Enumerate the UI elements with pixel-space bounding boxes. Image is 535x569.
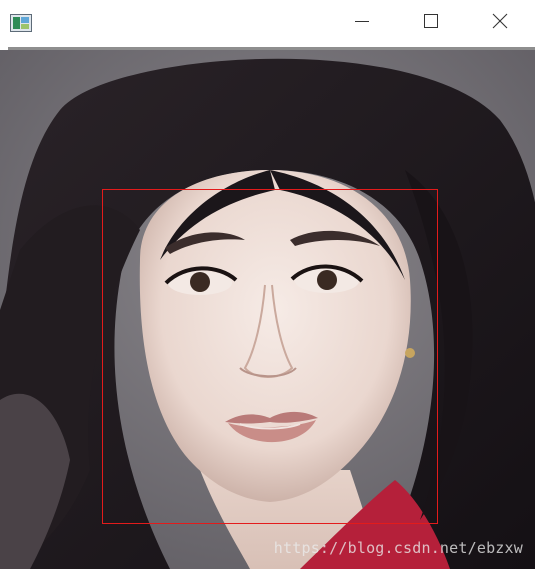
minimize-button[interactable] (327, 0, 397, 47)
title-bar[interactable] (0, 0, 535, 47)
face-detection-box (102, 189, 438, 524)
image-window: https://blog.csdn.net/ebzxw (0, 0, 535, 569)
watermark-text: https://blog.csdn.net/ebzxw (273, 539, 523, 557)
minimize-icon (354, 13, 370, 34)
app-image-icon (10, 14, 32, 32)
close-button[interactable] (465, 0, 535, 47)
close-icon (492, 13, 508, 34)
maximize-icon (423, 13, 439, 34)
maximize-button[interactable] (396, 0, 466, 47)
image-display: https://blog.csdn.net/ebzxw (0, 50, 535, 569)
